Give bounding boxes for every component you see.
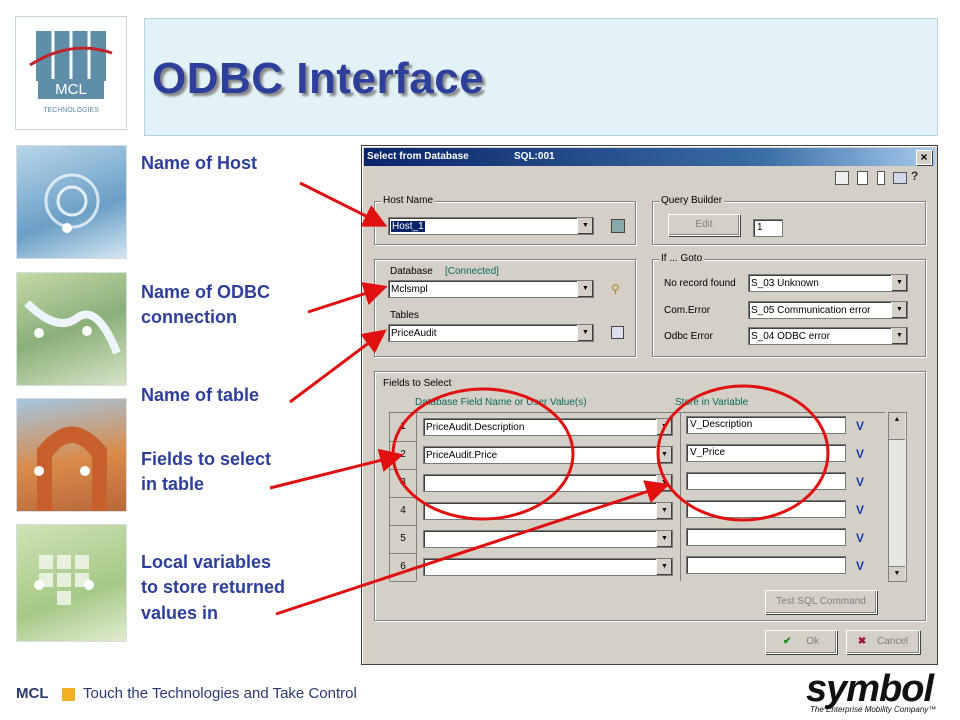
arrow-to-variables xyxy=(275,480,670,616)
arrow-to-fields xyxy=(269,448,404,490)
symbol-tagline: The Enterprise Mobility Company™ xyxy=(810,705,937,714)
footer-brand: MCL xyxy=(16,685,49,702)
variables-highlight-circle xyxy=(656,384,830,522)
annotation-overlay xyxy=(269,181,830,616)
arrow-to-host xyxy=(299,181,388,227)
footer-tagline: Touch the Technologies and Take Control xyxy=(83,685,357,702)
arrow-to-table xyxy=(289,329,387,404)
footer-accent-square xyxy=(62,688,75,701)
arrow-to-database xyxy=(307,282,388,314)
fields-highlight-circle xyxy=(391,387,575,521)
